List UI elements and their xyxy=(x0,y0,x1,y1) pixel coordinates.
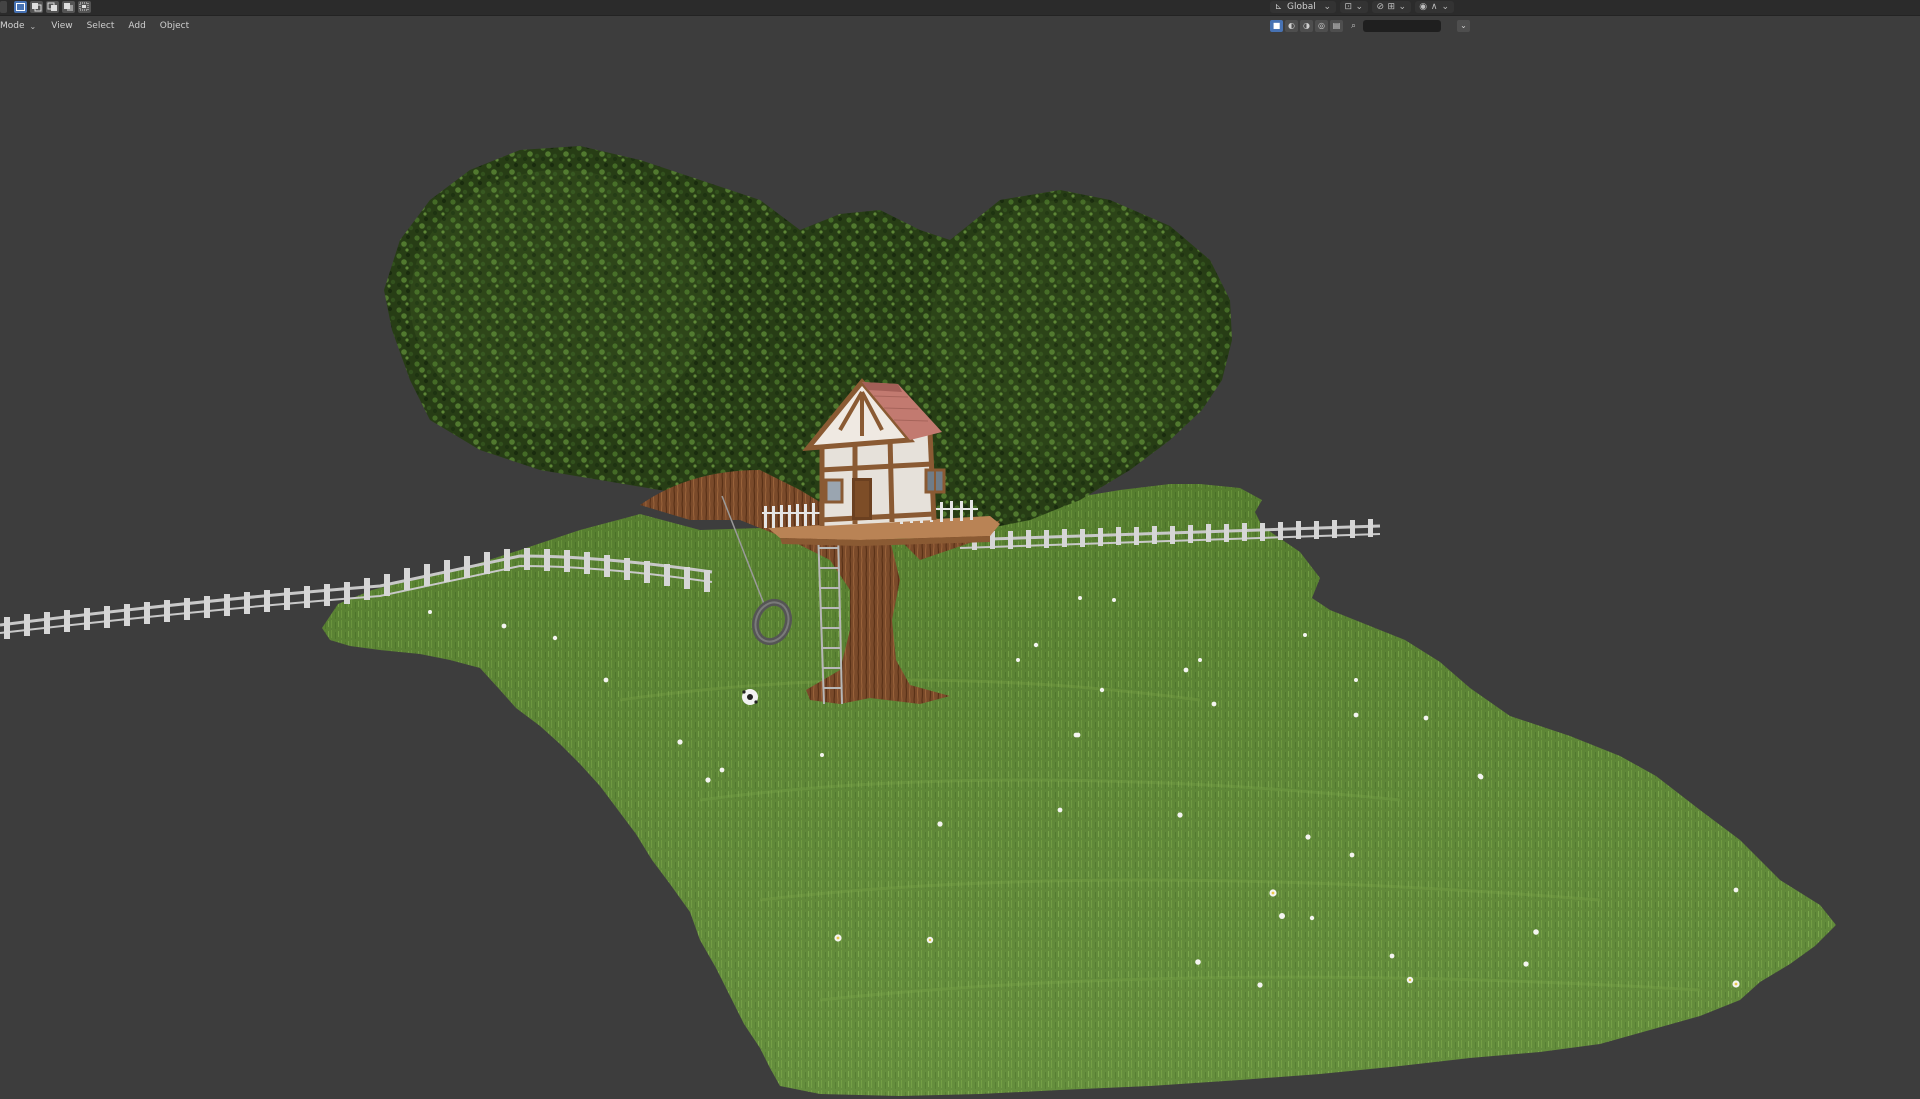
snap-dropdown[interactable]: ⊘ ⊞ ⌄ xyxy=(1371,1,1411,13)
solid-shading-icon[interactable]: ■ xyxy=(1270,20,1283,32)
mode-dropdown[interactable]: Mode ⌄ xyxy=(0,19,40,33)
menu-add[interactable]: Add xyxy=(121,19,152,33)
filter-chevron-icon[interactable]: ⌄ xyxy=(1457,20,1470,32)
chevron-down-icon: ⌄ xyxy=(29,21,37,31)
transform-orientation-dropdown[interactable]: ⊾ Global ⌄ xyxy=(1270,1,1336,13)
viewport-header-menus: Mode ⌄ View Select Add Object xyxy=(0,17,196,35)
select-intersect-mode-icon[interactable] xyxy=(78,1,91,13)
tree-canopy xyxy=(384,146,1232,530)
soccer-ball xyxy=(742,689,758,705)
material-preview-icon[interactable]: ◐ xyxy=(1285,20,1298,32)
select-extend-mode-icon[interactable] xyxy=(30,1,43,13)
mode-label: Mode xyxy=(0,21,25,31)
proportional-edit-icon: ◉ xyxy=(1419,1,1428,12)
select-difference-mode-icon[interactable] xyxy=(62,1,75,13)
transform-controls: ⊾ Global ⌄ ⊡ ⌄ ⊘ ⊞ ⌄ ◉ ∧ ⌄ xyxy=(1270,0,1454,14)
3d-viewport[interactable]: Mode ⌄ View Select Add Object ⊾ Global ⌄… xyxy=(0,0,1920,1099)
orientation-axes-icon: ⊾ xyxy=(1274,1,1283,12)
select-box-mode-icon[interactable] xyxy=(14,1,27,13)
pivot-point-dropdown[interactable]: ⊡ ⌄ xyxy=(1339,1,1368,13)
rendered-shading-icon[interactable]: ◑ xyxy=(1300,20,1313,32)
falloff-curve-icon: ∧ xyxy=(1430,1,1438,12)
scene-render xyxy=(0,146,1836,1096)
viewport-shading-controls: ■ ◐ ◑ ◎ ▤ ⌕ ⌄ xyxy=(1270,19,1470,33)
menu-select[interactable]: Select xyxy=(80,19,122,33)
grass-field xyxy=(322,484,1836,1096)
pivot-icon: ⊡ xyxy=(1344,1,1352,12)
menu-view[interactable]: View xyxy=(44,19,79,33)
chevron-down-icon: ⌄ xyxy=(1398,1,1406,12)
top-header xyxy=(0,0,1920,16)
tool-handle[interactable] xyxy=(0,1,7,13)
snap-increment-icon: ⊞ xyxy=(1387,1,1395,12)
menu-object[interactable]: Object xyxy=(153,19,196,33)
wireframe-shading-icon[interactable]: ◎ xyxy=(1315,20,1328,32)
snap-icon: ⊘ xyxy=(1376,1,1384,12)
chevron-down-icon: ⌄ xyxy=(1441,1,1449,12)
overlay-icon[interactable]: ▤ xyxy=(1330,20,1343,32)
select-subtract-mode-icon[interactable] xyxy=(46,1,59,13)
chevron-down-icon: ⌄ xyxy=(1355,1,1363,12)
proportional-edit-dropdown[interactable]: ◉ ∧ ⌄ xyxy=(1414,1,1454,13)
search-input[interactable] xyxy=(1363,20,1441,32)
search-icon: ⌕ xyxy=(1350,20,1357,31)
orientation-label: Global xyxy=(1287,2,1316,12)
chevron-down-icon: ⌄ xyxy=(1323,1,1331,12)
